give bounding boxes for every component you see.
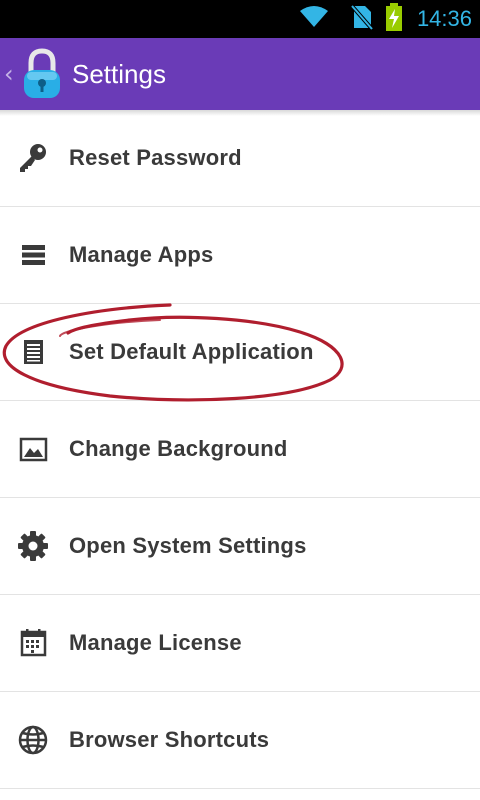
status-bar: 14:36 (0, 0, 480, 38)
status-icons: 14:36 (299, 0, 480, 38)
menu-item-label: Browser Shortcuts (69, 727, 270, 752)
menu-item-set-default-application[interactable]: Set Default Application (0, 304, 480, 401)
menu-item-label: Reset Password (69, 145, 242, 170)
menu-item-open-system-settings[interactable]: Open System Settings (0, 498, 480, 595)
image-icon (17, 433, 49, 465)
key-icon (17, 142, 49, 174)
menu-item-label: Open System Settings (69, 533, 307, 558)
menu-item-label: Set Default Application (69, 339, 314, 364)
settings-menu: Reset Password Manage Apps Set Default A… (0, 110, 480, 789)
document-icon (17, 336, 49, 368)
list-icon (17, 239, 49, 271)
menu-item-browser-shortcuts[interactable]: Browser Shortcuts (0, 692, 480, 789)
menu-item-label: Change Background (69, 436, 288, 461)
menu-item-label: Manage License (69, 630, 242, 655)
back-caret-icon[interactable]: ‹ (4, 62, 20, 86)
menu-item-manage-license[interactable]: Manage License (0, 595, 480, 692)
menu-item-label: Manage Apps (69, 242, 214, 267)
calendar-icon (17, 627, 49, 659)
menu-item-change-background[interactable]: Change Background (0, 401, 480, 498)
status-time: 14:36 (416, 6, 472, 31)
globe-icon (17, 724, 49, 756)
wifi-icon (299, 5, 329, 33)
menu-item-reset-password[interactable]: Reset Password (0, 110, 480, 207)
page-title: Settings (72, 58, 166, 89)
menu-item-manage-apps[interactable]: Manage Apps (0, 207, 480, 304)
action-bar: ‹ Settings (0, 38, 480, 110)
no-sim-icon (350, 4, 374, 34)
gear-icon (17, 530, 49, 562)
padlock-icon[interactable] (22, 48, 62, 100)
battery-charging-icon (385, 3, 403, 35)
